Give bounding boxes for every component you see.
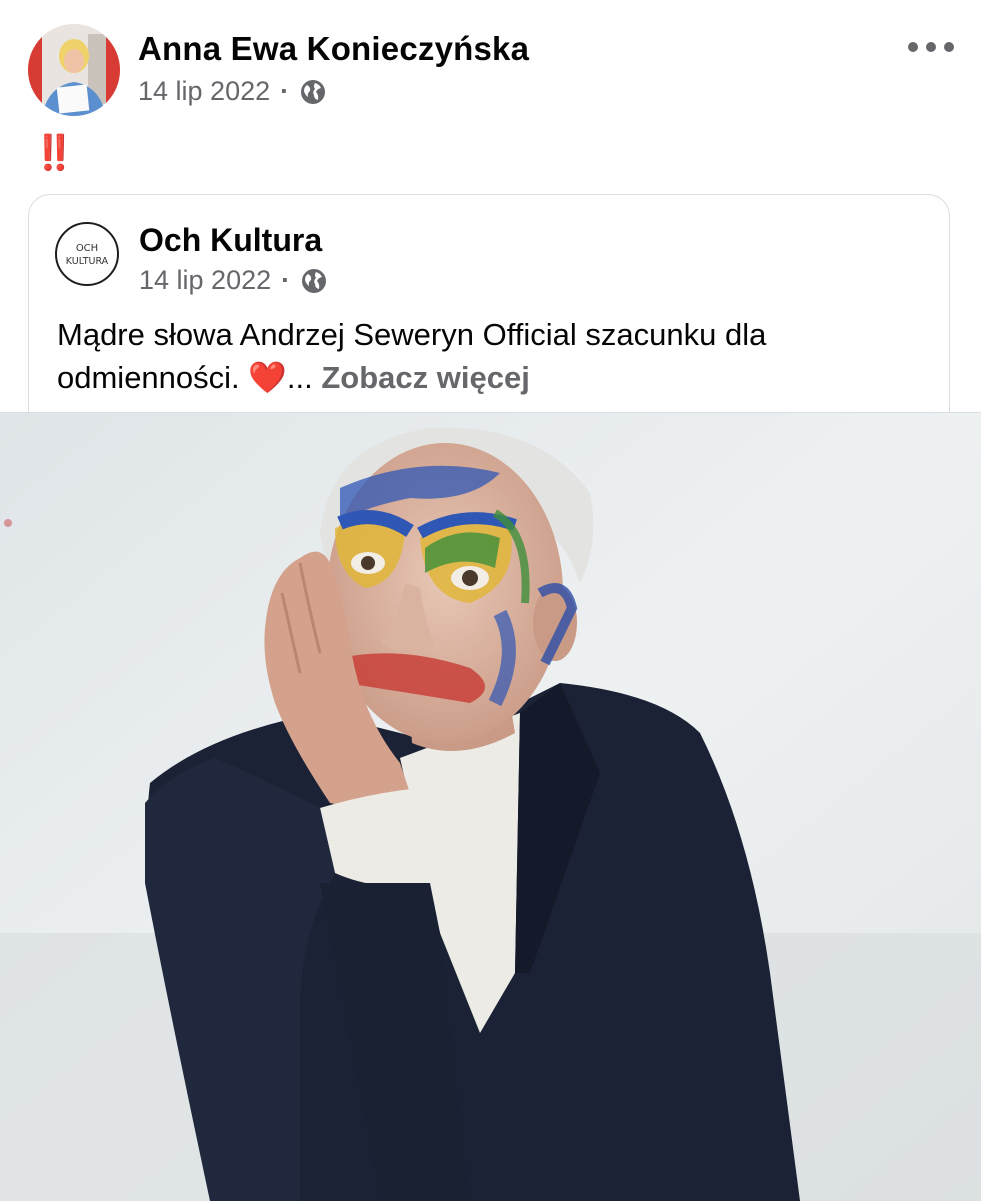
shared-post-meta: 14 lip 2022 · xyxy=(139,265,328,296)
shared-post-card[interactable]: OCH KULTURA Och Kultura 14 lip 2022 · Mą… xyxy=(28,194,950,434)
heart-icon: ❤️ xyxy=(248,360,287,395)
avatar-text-bottom: KULTURA xyxy=(66,256,109,267)
och-kultura-avatar[interactable]: OCH KULTURA xyxy=(55,222,119,286)
see-more-link[interactable]: Zobacz więcej xyxy=(321,360,529,395)
more-options-button[interactable] xyxy=(908,34,954,60)
post-text: ‼️ xyxy=(33,134,75,172)
post-date[interactable]: 14 lip 2022 xyxy=(138,76,270,107)
globe-icon xyxy=(299,78,327,106)
globe-icon xyxy=(300,267,328,295)
meta-separator: · xyxy=(281,265,291,295)
avatar-text-top: OCH xyxy=(76,243,98,254)
more-options-icon xyxy=(908,42,918,52)
shared-post-text: Mądre słowa Andrzej Seweryn Official sza… xyxy=(57,313,937,399)
post-photo[interactable] xyxy=(0,412,981,1201)
ellipsis: ... xyxy=(286,360,322,395)
shared-author-name[interactable]: Och Kultura xyxy=(139,222,322,259)
post-meta: 14 lip 2022 · xyxy=(138,76,327,107)
meta-separator: · xyxy=(280,76,290,106)
author-avatar[interactable] xyxy=(28,24,120,116)
author-name[interactable]: Anna Ewa Konieczyńska xyxy=(138,30,529,68)
shared-post-date[interactable]: 14 lip 2022 xyxy=(139,265,271,296)
